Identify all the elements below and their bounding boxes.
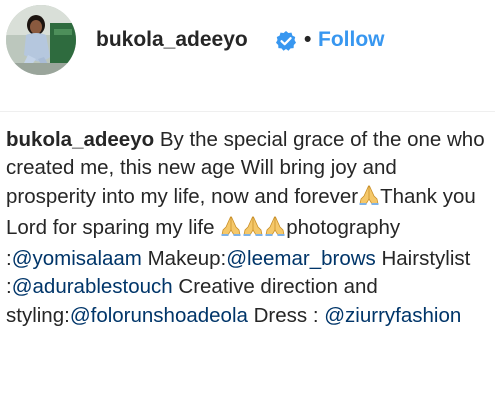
divider [0,111,495,112]
mention-link[interactable]: @yomisalaam [12,247,142,270]
post-caption: bukola_adeeyo By the special grace of th… [6,126,488,330]
separator-dot: • [304,28,312,51]
header-username[interactable]: bukola_adeeyo [96,28,248,52]
mention-link[interactable]: @adurablestouch [12,275,173,298]
folded-hands-icon [358,184,380,214]
verified-badge-icon [275,30,297,52]
folded-hands-icon [242,215,264,245]
folded-hands-icon [220,215,242,245]
mention-link[interactable]: @ziurryfashion [324,304,461,327]
mention-link[interactable]: @folorunshoadeola [70,304,248,327]
caption-username[interactable]: bukola_adeeyo [6,128,154,151]
mention-link[interactable]: @leemar_brows [226,247,376,270]
follow-button[interactable]: Follow [318,28,385,52]
caption-text: Dress : [247,303,325,327]
folded-hands-icon [264,215,286,245]
caption-text: Makeup: [141,247,227,271]
post-header: bukola_adeeyo • Follow [0,0,495,82]
avatar[interactable] [6,5,76,75]
